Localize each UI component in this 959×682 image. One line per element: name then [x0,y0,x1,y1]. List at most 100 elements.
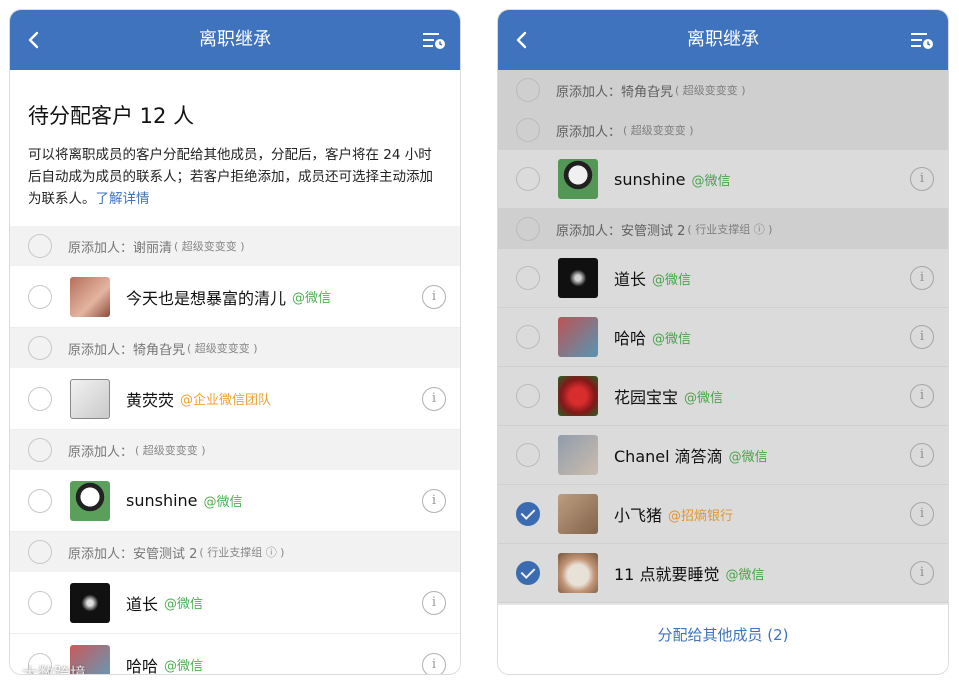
original-adder-label: 原添加人：犄角旮旯 [556,84,674,100]
customer-source-tag: @微信 [203,495,243,510]
group-select-radio[interactable] [28,336,52,360]
customer-row[interactable]: 道长 @微信 i [498,249,948,308]
phone-left: 离职继承 待分配客户 12 人 可以将离职成员的客户分配给其他成员，分配后，客户… [9,9,461,675]
info-icon[interactable]: i [422,652,446,674]
select-radio[interactable] [28,284,52,309]
select-radio[interactable] [516,384,540,408]
select-radio[interactable] [516,167,540,191]
select-radio[interactable] [28,386,52,411]
select-radio[interactable] [516,443,540,467]
intro-body: 可以将离职成员的客户分配给其他成员，分配后，客户将在 24 小时后自动成为成员的… [28,147,433,207]
select-radio[interactable] [28,488,52,513]
info-icon[interactable]: i [910,167,934,191]
original-adder-dept: ( 超级变变变 ) [623,124,694,137]
customer-list-right-viewport[interactable]: 原添加人：犄角旮旯( 超级变变变 ) 原添加人：( 超级变变变 ) sunshine… [498,70,948,604]
original-adder-label: 原添加人： [556,124,622,140]
info-icon[interactable]: i [910,443,934,467]
select-radio[interactable] [516,266,540,290]
customer-source-tag: @微信 [164,659,204,674]
phone-right: 离职继承 原添加人：犄角旮旯( 超级变变变 ) 原添加人：( 超级变变变 ) sun… [497,9,949,675]
info-icon[interactable]: i [910,561,934,585]
group-select-radio[interactable] [28,438,52,462]
info-icon[interactable]: i [910,384,934,408]
avatar [558,553,598,593]
customer-source-tag: @企业微信团队 [180,393,272,408]
group-select-radio[interactable] [516,78,540,102]
customer-row[interactable]: 哈哈 @微信 i [498,308,948,367]
customer-name: 黄荧荧 [126,390,175,410]
customer-list-left: 原添加人：谢丽清( 超级变变变 ) 今天也是想暴富的清儿 @微信 i 原添加人：犄角旮旯… [10,226,460,674]
pending-count-heading: 待分配客户 12 人 [28,104,195,128]
original-adder-group[interactable]: 原添加人：谢丽清( 超级变变变 ) [10,226,460,266]
customer-source-tag: @微信 [725,567,765,583]
original-adder-group[interactable]: 原添加人：犄角旮旯( 超级变变变 ) [10,328,460,368]
list-clock-icon[interactable] [910,32,934,50]
avatar [558,435,598,475]
info-icon[interactable]: i [910,266,934,290]
page-title: 离职继承 [199,29,271,50]
original-adder-dept: ( 行业支撑组 ⓘ ) [687,223,773,236]
customer-source-tag: @微信 [652,331,692,347]
customer-row[interactable]: 道长 @微信 i [10,572,460,634]
avatar [70,582,110,623]
customer-name: 道长 [126,594,159,614]
group-select-radio[interactable] [28,540,52,564]
customer-row[interactable]: 花园宝宝 @微信 i [498,367,948,426]
page-title: 离职继承 [687,29,759,50]
select-radio[interactable] [516,325,540,349]
original-adder-label: 原添加人：谢丽清 [68,240,173,256]
customer-name: 花园宝宝 [614,388,679,407]
customer-name: 道长 [614,270,647,289]
list-clock-icon[interactable] [422,32,446,50]
checked-radio[interactable] [516,502,540,526]
customer-name: sunshine [614,169,686,189]
checked-radio[interactable] [516,561,540,585]
avatar [558,317,598,357]
original-adder-dept: ( 行业支撑组 ⓘ ) [199,546,285,559]
original-adder-group[interactable]: 原添加人：( 超级变变变 ) [498,110,948,150]
group-select-radio[interactable] [516,217,540,241]
info-icon[interactable]: i [422,488,446,513]
original-adder-group[interactable]: 原添加人：犄角旮旯( 超级变变变 ) [498,70,948,110]
original-adder-dept: ( 超级变变变 ) [135,444,206,457]
customer-row[interactable]: 小飞猪 @招熵银行 i [498,485,948,544]
learn-more-link[interactable]: 了解详情 [96,191,150,207]
customer-list-right: 原添加人：犄角旮旯( 超级变变变 ) 原添加人：( 超级变变变 ) sunshine… [498,70,948,603]
group-select-radio[interactable] [28,234,52,258]
group-select-radio[interactable] [516,118,540,142]
customer-row[interactable]: sunshine @微信 i [498,150,948,209]
customer-source-tag: @微信 [691,173,731,189]
assign-to-others-button[interactable]: 分配给其他成员 (2) [498,604,948,674]
nav-bar: 离职继承 [498,10,948,70]
customer-row[interactable]: sunshine @微信 i [10,470,460,532]
customer-row[interactable]: 黄荧荧 @企业微信团队 i [10,368,460,430]
customer-name: 11 点就要睡觉 [614,565,720,584]
avatar [70,276,110,317]
customer-source-tag: @微信 [164,597,204,612]
original-adder-group[interactable]: 原添加人：( 超级变变变 ) [10,430,460,470]
intro-section: 待分配客户 12 人 可以将离职成员的客户分配给其他成员，分配后，客户将在 24… [10,70,460,226]
info-icon[interactable]: i [422,284,446,309]
original-adder-label: 原添加人：犄角旮旯 [68,342,186,358]
customer-name: Chanel 滴答滴 [614,447,723,466]
customer-row[interactable]: 今天也是想暴富的清儿 @微信 i [10,266,460,328]
customer-row[interactable]: Chanel 滴答滴 @微信 i [498,426,948,485]
customer-source-tag: @微信 [684,390,724,406]
info-icon[interactable]: i [422,386,446,411]
intro-text: 可以将离职成员的客户分配给其他成员，分配后，客户将在 24 小时后自动成为成员的… [28,144,442,210]
customer-row[interactable]: 11 点就要睡觉 @微信 i [498,544,948,603]
info-icon[interactable]: i [910,502,934,526]
select-radio[interactable] [28,590,52,615]
customer-source-tag: @微信 [728,449,768,465]
info-icon[interactable]: i [910,325,934,349]
watermark: 大数跨境 [22,664,87,675]
customer-name: 小飞猪 [614,506,663,525]
customer-name: 今天也是想暴富的清儿 [126,288,287,308]
customer-name: 哈哈 [614,329,647,348]
original-adder-group[interactable]: 原添加人：安管测试 2( 行业支撑组 ⓘ ) [498,209,948,249]
customer-source-tag: @招熵银行 [668,508,734,524]
avatar [70,480,110,521]
original-adder-group[interactable]: 原添加人：安管测试 2( 行业支撑组 ⓘ ) [10,532,460,572]
avatar [558,258,598,298]
info-icon[interactable]: i [422,590,446,615]
